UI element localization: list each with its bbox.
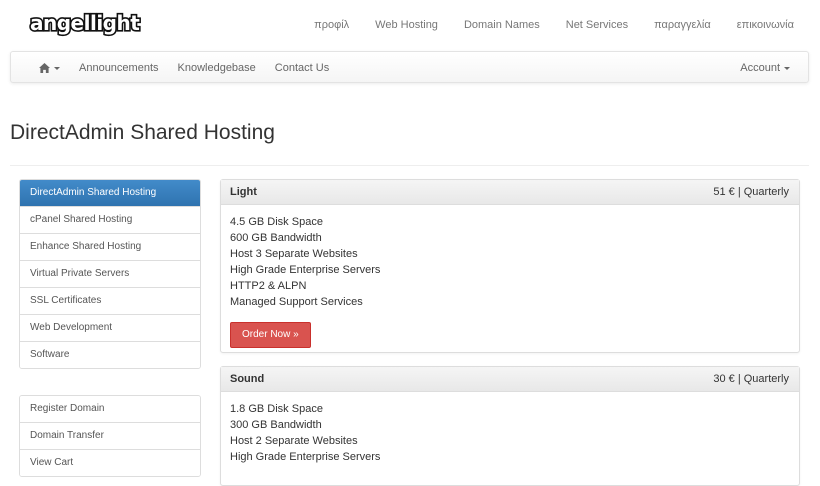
nav-contact-us[interactable]: Contact Us (275, 62, 329, 74)
product-feature: High Grade Enterprise Servers (230, 451, 381, 463)
title-divider (10, 165, 809, 166)
action-register-domain[interactable]: Register Domain (20, 396, 200, 422)
home-dropdown[interactable] (39, 63, 60, 73)
svg-text:angellight: angellight (30, 11, 140, 35)
brand-logo[interactable]: angellight (28, 10, 148, 38)
category-web-development[interactable]: Web Development (20, 314, 200, 341)
category-ssl-certificates[interactable]: SSL Certificates (20, 287, 200, 314)
logo-graphic: angellight (28, 10, 142, 37)
product-heading: Sound 30 € | Quarterly (221, 367, 799, 392)
site-header: angellight προφίλ Web Hosting Domain Nam… (0, 0, 820, 50)
topnav-domain-names[interactable]: Domain Names (464, 19, 540, 31)
order-now-button[interactable]: Order Now » (230, 322, 311, 348)
product-feature: Managed Support Services (230, 296, 363, 308)
main-navbar: Announcements Knowledgebase Contact Us A… (10, 51, 809, 83)
category-directadmin-shared-hosting[interactable]: DirectAdmin Shared Hosting (20, 180, 200, 206)
product-feature: High Grade Enterprise Servers (230, 264, 381, 276)
home-icon (39, 63, 50, 73)
category-virtual-private-servers[interactable]: Virtual Private Servers (20, 260, 200, 287)
topnav-contact[interactable]: επικοινωνία (737, 19, 794, 31)
topnav-web-hosting[interactable]: Web Hosting (375, 19, 438, 31)
product-feature: 600 GB Bandwidth (230, 232, 322, 244)
category-cpanel-shared-hosting[interactable]: cPanel Shared Hosting (20, 206, 200, 233)
product-feature: Host 2 Separate Websites (230, 435, 358, 447)
account-label: Account (740, 62, 780, 74)
action-view-cart[interactable]: View Cart (20, 449, 200, 476)
page-title: DirectAdmin Shared Hosting (10, 121, 275, 144)
nav-knowledgebase[interactable]: Knowledgebase (178, 62, 256, 74)
category-enhance-shared-hosting[interactable]: Enhance Shared Hosting (20, 233, 200, 260)
chevron-down-icon (784, 66, 790, 70)
nav-announcements[interactable]: Announcements (79, 62, 159, 74)
top-navigation: προφίλ Web Hosting Domain Names Net Serv… (288, 19, 794, 31)
product-panel-light: Light 51 € | Quarterly 4.5 GB Disk Space… (220, 179, 800, 353)
product-body: 4.5 GB Disk Space 600 GB Bandwidth Host … (221, 205, 799, 357)
chevron-down-icon (54, 66, 60, 70)
product-price: 30 € | Quarterly (713, 373, 789, 385)
product-price: 51 € | Quarterly (713, 186, 789, 198)
product-body: 1.8 GB Disk Space 300 GB Bandwidth Host … (221, 392, 799, 474)
category-software[interactable]: Software (20, 341, 200, 368)
product-panel-sound: Sound 30 € | Quarterly 1.8 GB Disk Space… (220, 366, 800, 486)
category-list: DirectAdmin Shared Hosting cPanel Shared… (19, 179, 201, 369)
topnav-net-services[interactable]: Net Services (566, 19, 628, 31)
product-feature: 4.5 GB Disk Space (230, 216, 323, 228)
actions-list: Register Domain Domain Transfer View Car… (19, 395, 201, 477)
product-feature: HTTP2 & ALPN (230, 280, 307, 292)
account-dropdown[interactable]: Account (740, 52, 790, 84)
product-heading: Light 51 € | Quarterly (221, 180, 799, 205)
product-feature: Host 3 Separate Websites (230, 248, 358, 260)
product-feature: 1.8 GB Disk Space (230, 403, 323, 415)
topnav-profile[interactable]: προφίλ (314, 19, 349, 31)
topnav-order[interactable]: παραγγελία (654, 19, 711, 31)
product-name: Light (230, 186, 257, 198)
product-name: Sound (230, 373, 265, 385)
sidebar: DirectAdmin Shared Hosting cPanel Shared… (19, 179, 201, 477)
action-domain-transfer[interactable]: Domain Transfer (20, 422, 200, 449)
product-feature: 300 GB Bandwidth (230, 419, 322, 431)
